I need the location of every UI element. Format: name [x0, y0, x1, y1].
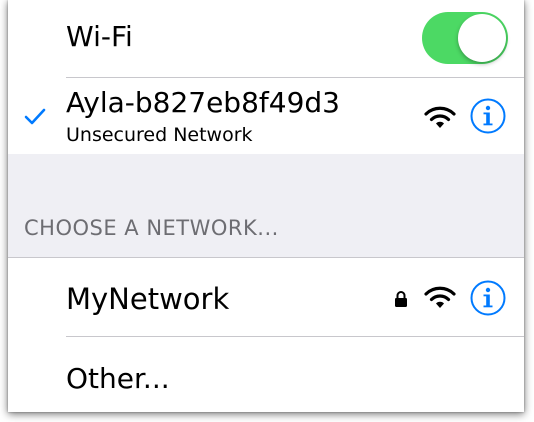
lock-icon [395, 291, 407, 307]
info-icon[interactable] [470, 98, 506, 134]
connected-network-subtitle: Unsecured Network [66, 124, 253, 146]
connected-network-row[interactable]: Ayla-b827eb8f49d3 Unsecured Network [8, 78, 524, 154]
toggle-knob [458, 14, 506, 62]
wifi-signal-icon [424, 106, 456, 128]
network-name: MyNetwork [66, 282, 230, 316]
section-background [8, 154, 524, 258]
connected-network-name: Ayla-b827eb8f49d3 [66, 86, 340, 119]
choose-network-header: CHOOSE A NETWORK... [24, 216, 279, 240]
wifi-settings-panel: Wi-Fi Ayla-b827eb8f49d3 Unsecured Networ… [8, 0, 524, 412]
other-label: Other... [66, 362, 170, 395]
wifi-toggle-row: Wi-Fi [8, 0, 524, 78]
wifi-label: Wi-Fi [66, 20, 133, 53]
info-icon[interactable] [470, 280, 506, 316]
wifi-signal-icon [424, 286, 456, 308]
wifi-toggle[interactable] [422, 12, 508, 64]
checkmark-icon [24, 108, 46, 125]
network-row-mynetwork[interactable]: MyNetwork [8, 258, 524, 336]
other-network-row[interactable]: Other... [8, 337, 524, 412]
